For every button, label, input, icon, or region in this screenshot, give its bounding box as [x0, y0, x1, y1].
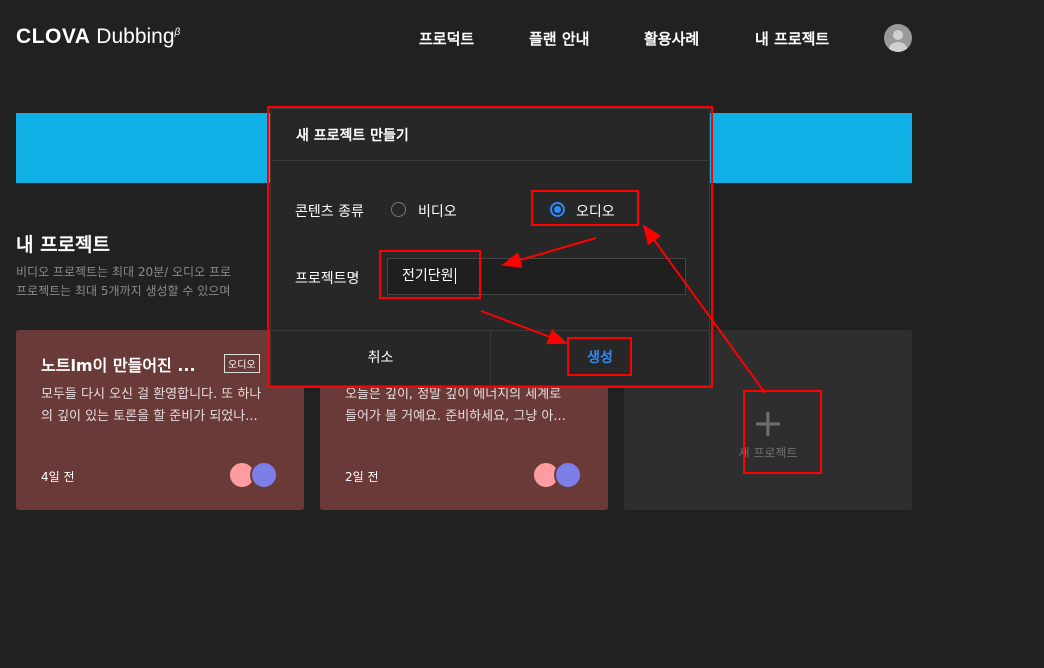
content-type-label: 콘텐츠 종류	[295, 204, 364, 220]
dialog-title: 새 프로젝트 만들기	[296, 128, 409, 144]
card-desc-line-1: 모두들 다시 오신 걸 환영합니다. 또 하나	[41, 387, 262, 402]
video-option-label[interactable]: 비디오	[418, 201, 457, 221]
logo-beta: β	[174, 27, 181, 38]
project-card-1[interactable]: 노트lm이 만들어진 ... 오디오 모두들 다시 오신 걸 환영합니다. 또 …	[16, 330, 304, 510]
project-name-value: 전기단원	[402, 268, 454, 284]
video-radio[interactable]	[391, 202, 406, 217]
card-desc-line-2: 들어가 볼 거예요. 준비하세요, 그냥 아...	[345, 409, 566, 424]
audio-badge: 오디오	[224, 354, 260, 373]
card-desc-line-2: 의 깊이 있는 토론을 할 준비가 되었나...	[41, 409, 258, 424]
logo-brand: CLOVA	[16, 25, 91, 48]
project-card-description: 모두들 다시 오신 걸 환영합니다. 또 하나 의 깊이 있는 토론을 할 준비…	[41, 384, 286, 428]
project-card-date: 4일 전	[41, 470, 75, 484]
nav-plans[interactable]: 플랜 안내	[529, 28, 589, 49]
my-projects-title: 내 프로젝트	[16, 234, 111, 256]
nav-my-projects[interactable]: 내 프로젝트	[755, 28, 829, 49]
new-project-label: 새 프로젝트	[738, 446, 798, 460]
project-name-input[interactable]: 전기단원	[387, 258, 686, 295]
create-button[interactable]: 생성	[491, 331, 709, 385]
project-card-title: 노트lm이 만들어진 ...	[41, 356, 196, 375]
plus-icon: +	[752, 401, 784, 445]
new-project-dialog: 새 프로젝트 만들기 콘텐츠 종류 비디오 오디오 프로젝트명 전기단원 취소 …	[270, 108, 710, 386]
audio-option-label[interactable]: 오디오	[576, 201, 615, 221]
clova-dubbing-logo[interactable]: CLOVA Dubbingβ	[16, 25, 180, 49]
desc-line-1: 비디오 프로젝트는 최대 20분/ 오디오 프로	[16, 265, 232, 279]
project-card-date: 2일 전	[345, 470, 379, 484]
speaker-avatars	[532, 461, 584, 491]
nav-product[interactable]: 프로덕트	[419, 28, 474, 49]
desc-line-2: 프로젝트는 최대 5개까지 생성할 수 있으며	[16, 284, 231, 298]
top-navigation: CLOVA Dubbingβ 프로덕트 플랜 안내 활용사례 내 프로젝트	[0, 0, 1044, 76]
cancel-button[interactable]: 취소	[271, 331, 490, 385]
project-name-label: 프로젝트명	[295, 271, 360, 287]
project-card-description: 오늘은 깊이, 정말 깊이 에너지의 세계로 들어가 볼 거예요. 준비하세요,…	[345, 384, 590, 428]
card-desc-line-1: 오늘은 깊이, 정말 깊이 에너지의 세계로	[345, 387, 562, 402]
male-speaker-icon	[554, 461, 582, 489]
logo-sub: Dubbing	[96, 25, 175, 48]
speaker-avatars	[228, 461, 280, 491]
audio-radio[interactable]	[550, 202, 565, 217]
male-speaker-icon	[250, 461, 278, 489]
user-avatar-icon[interactable]	[884, 24, 912, 52]
my-projects-description: 비디오 프로젝트는 최대 20분/ 오디오 프로 프로젝트는 최대 5개까지 생…	[16, 263, 276, 301]
dialog-divider	[271, 160, 709, 161]
nav-use-cases[interactable]: 활용사례	[644, 28, 699, 49]
